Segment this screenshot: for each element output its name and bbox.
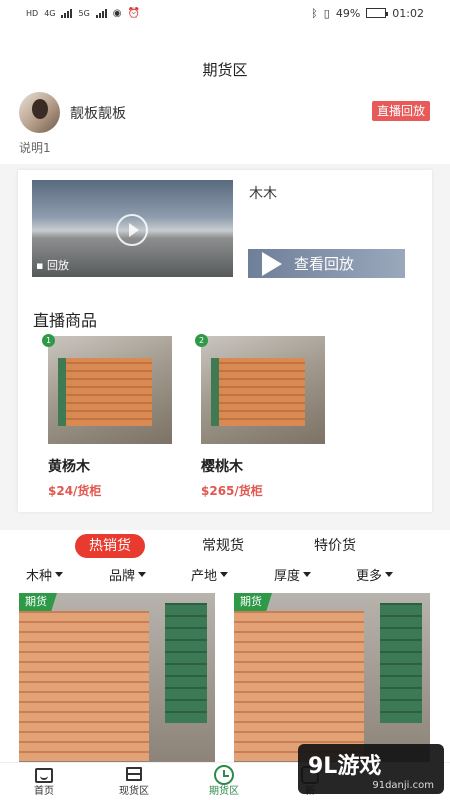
filter-more[interactable]: 更多 (356, 565, 394, 584)
filter-thickness[interactable]: 厚度 (274, 565, 312, 584)
tab-special[interactable]: 特价货 (314, 534, 356, 558)
watermark-url: 91danji.com (372, 780, 434, 791)
product-price: $24/货柜 (48, 484, 102, 498)
filter-origin[interactable]: 产地 (191, 565, 229, 584)
tab-futures-label: 期货区 (209, 786, 239, 797)
description: 说明1 (19, 141, 51, 155)
status-right: ᛒ ▯ 49% 01:02 (311, 7, 424, 20)
vibrate-icon: ▯ (323, 6, 330, 20)
product-image[interactable] (48, 336, 172, 444)
filter-brand[interactable]: 品牌 (109, 565, 147, 584)
tab-hot[interactable]: 热销货 (75, 534, 145, 558)
filter-bar: 木种 品牌 产地 厚度 更多 (0, 563, 450, 587)
clock-icon (214, 765, 234, 785)
play-icon[interactable] (116, 214, 148, 246)
tab-regular[interactable]: 常规货 (202, 534, 244, 558)
filter-wood-type[interactable]: 木种 (26, 565, 64, 584)
home-icon (35, 767, 53, 783)
clock: 01:02 (392, 6, 424, 20)
signal-icon (61, 8, 73, 18)
filter-label: 木种 (26, 569, 53, 584)
caret-down-icon (385, 572, 394, 577)
watermark-brand: 9L游戏 (308, 754, 382, 779)
tab-futures[interactable]: 期货区 (194, 764, 254, 798)
5g-indicator: 5G (78, 8, 90, 18)
4g-indicator: 4G (44, 8, 56, 18)
bluetooth-icon: ᛒ (311, 6, 318, 20)
category-tabs: 热销货 常规货 特价货 (0, 530, 450, 564)
product-grid: 期货 期货 (0, 587, 450, 762)
futures-label: 期货 (234, 593, 272, 611)
replay-tag-label: 回放 (46, 259, 69, 272)
status-left: HD 4G 5G ◉ ⏰ (26, 8, 140, 19)
futures-label: 期货 (19, 593, 57, 611)
live-card: ▪ 回放 木木 查看回放 直播商品 1 黄杨木 $24/货柜 2 樱桃木 $26… (18, 170, 432, 512)
view-replay-button[interactable]: 查看回放 (248, 249, 405, 278)
live-header: 期货区 靓板靓板 直播回放 说明1 (0, 26, 450, 164)
caret-down-icon (138, 572, 147, 577)
product-card[interactable]: 2 樱桃木 $265/货柜 (195, 334, 325, 498)
watermark: 9L游戏 91danji.com (298, 744, 444, 794)
filter-label: 厚度 (274, 569, 301, 584)
grid-item[interactable]: 期货 (234, 593, 430, 762)
product-name: 黄杨木 (48, 459, 90, 475)
status-bar: HD 4G 5G ◉ ⏰ ᛒ ▯ 49% 01:02 (0, 0, 450, 26)
video-title: 木木 (249, 186, 277, 202)
battery-icon (366, 8, 389, 18)
filter-label: 更多 (356, 569, 383, 584)
video-thumbnail[interactable]: ▪ 回放 (32, 180, 233, 277)
filter-label: 产地 (191, 569, 218, 584)
play-icon (262, 251, 282, 276)
tab-spot[interactable]: 现货区 (104, 764, 164, 798)
view-replay-label: 查看回放 (294, 255, 355, 273)
eye-icon: ◉ (112, 7, 122, 19)
product-image[interactable] (201, 336, 325, 444)
tab-home-label: 首页 (34, 786, 54, 797)
host-name[interactable]: 靓板靓板 (70, 103, 126, 123)
caret-down-icon (55, 572, 64, 577)
tab-home[interactable]: 首页 (14, 764, 74, 798)
product-index: 1 (42, 334, 55, 347)
filter-label: 品牌 (109, 569, 136, 584)
tab-spot-label: 现货区 (119, 786, 149, 797)
product-card[interactable]: 1 黄杨木 $24/货柜 (42, 334, 172, 498)
avatar[interactable] (19, 92, 60, 133)
caret-down-icon (220, 572, 229, 577)
signal-icon (95, 8, 107, 18)
layers-icon (124, 767, 144, 783)
caret-down-icon (303, 572, 312, 577)
product-price: $265/货柜 (201, 484, 263, 498)
alarm-icon: ⏰ (127, 7, 140, 19)
product-index: 2 (195, 334, 208, 347)
replay-tag: ▪ 回放 (36, 259, 69, 272)
grid-item[interactable]: 期货 (19, 593, 215, 762)
section-title: 直播商品 (33, 311, 98, 330)
product-name: 樱桃木 (201, 459, 243, 475)
battery-percent: 49% (335, 6, 361, 20)
page-title: 期货区 (202, 61, 248, 79)
replay-badge[interactable]: 直播回放 (371, 101, 430, 121)
hd-indicator: HD (26, 8, 39, 18)
